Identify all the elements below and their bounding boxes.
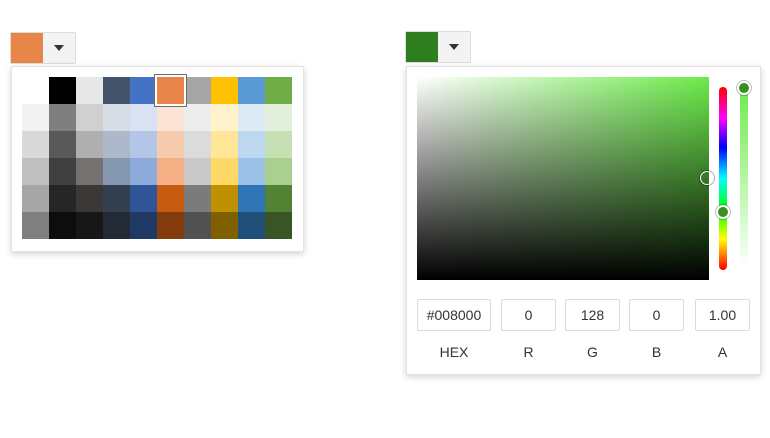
- palette-swatch[interactable]: [130, 185, 157, 212]
- palette-swatch[interactable]: [157, 131, 184, 158]
- palette-swatch[interactable]: [157, 104, 184, 131]
- palette-swatch[interactable]: [76, 158, 103, 185]
- palette-swatch[interactable]: [103, 131, 130, 158]
- chevron-down-icon: [449, 44, 459, 50]
- hex-input[interactable]: [417, 299, 491, 331]
- palette-swatch[interactable]: [238, 158, 265, 185]
- palette-swatch[interactable]: [76, 104, 103, 131]
- blue-label: B: [651, 344, 662, 360]
- selected-color-swatch: [406, 32, 438, 62]
- palette-swatch[interactable]: [211, 104, 238, 131]
- palette-swatch[interactable]: [184, 185, 211, 212]
- palette-swatch[interactable]: [265, 131, 292, 158]
- palette-swatch[interactable]: [130, 104, 157, 131]
- palette-swatch[interactable]: [211, 77, 238, 104]
- hsv-drag-handle[interactable]: [700, 171, 714, 185]
- palette-swatch[interactable]: [49, 212, 76, 239]
- green-label: G: [587, 344, 598, 360]
- palette-swatch[interactable]: [265, 158, 292, 185]
- blue-input[interactable]: [629, 299, 684, 331]
- palette-swatch[interactable]: [184, 131, 211, 158]
- palette-swatch[interactable]: [130, 131, 157, 158]
- palette-swatch[interactable]: [184, 158, 211, 185]
- palette-swatch[interactable]: [238, 212, 265, 239]
- palette-swatch[interactable]: [265, 104, 292, 131]
- palette-swatch[interactable]: [22, 212, 49, 239]
- palette-swatch[interactable]: [49, 77, 76, 104]
- palette-swatch[interactable]: [22, 158, 49, 185]
- palette-swatch[interactable]: [49, 158, 76, 185]
- palette-swatch[interactable]: [130, 158, 157, 185]
- palette-swatch[interactable]: [211, 158, 238, 185]
- palette-swatch[interactable]: [22, 77, 49, 104]
- dropdown-toggle[interactable]: [438, 32, 470, 62]
- color-value-inputs: [417, 299, 751, 333]
- red-input[interactable]: [501, 299, 556, 331]
- palette-swatch[interactable]: [103, 185, 130, 212]
- palette-swatch[interactable]: [49, 104, 76, 131]
- hsv-color-area[interactable]: [417, 77, 714, 280]
- alpha-label: A: [717, 344, 728, 360]
- hex-label: HEX: [439, 344, 469, 360]
- palette-color-picker-button[interactable]: [10, 32, 76, 64]
- palette-swatch[interactable]: [265, 77, 292, 104]
- palette-swatch[interactable]: [76, 77, 103, 104]
- selected-color-swatch: [11, 33, 43, 63]
- gradient-color-picker-button[interactable]: [405, 31, 471, 63]
- palette-swatch[interactable]: [76, 212, 103, 239]
- palette-swatch[interactable]: [211, 212, 238, 239]
- palette-swatch[interactable]: [22, 104, 49, 131]
- palette-swatch[interactable]: [265, 212, 292, 239]
- palette-swatch[interactable]: [155, 75, 186, 106]
- palette-swatch[interactable]: [157, 185, 184, 212]
- hue-slider-handle[interactable]: [716, 205, 730, 219]
- palette-swatch[interactable]: [103, 77, 130, 104]
- palette-swatch[interactable]: [130, 77, 157, 104]
- palette-swatch[interactable]: [103, 158, 130, 185]
- palette-swatch[interactable]: [238, 77, 265, 104]
- palette-swatch[interactable]: [184, 104, 211, 131]
- palette-swatch[interactable]: [103, 212, 130, 239]
- alpha-slider-handle[interactable]: [737, 81, 751, 95]
- green-input[interactable]: [565, 299, 620, 331]
- palette-swatch[interactable]: [76, 185, 103, 212]
- palette-grid: [22, 75, 292, 239]
- alpha-input[interactable]: [695, 299, 750, 331]
- palette-popup: [11, 66, 304, 252]
- palette-swatch[interactable]: [130, 212, 157, 239]
- hue-slider[interactable]: [716, 87, 730, 270]
- palette-swatch[interactable]: [22, 131, 49, 158]
- alpha-slider[interactable]: [737, 81, 751, 270]
- gradient-popup: HEX R G B A: [406, 66, 761, 375]
- palette-swatch[interactable]: [157, 158, 184, 185]
- chevron-down-icon: [54, 45, 64, 51]
- palette-swatch[interactable]: [22, 185, 49, 212]
- palette-swatch[interactable]: [238, 104, 265, 131]
- palette-swatch[interactable]: [76, 131, 103, 158]
- palette-swatch[interactable]: [184, 212, 211, 239]
- palette-swatch[interactable]: [211, 185, 238, 212]
- dropdown-toggle[interactable]: [43, 33, 75, 63]
- palette-swatch[interactable]: [184, 77, 211, 104]
- red-label: R: [523, 344, 534, 360]
- palette-swatch[interactable]: [157, 212, 184, 239]
- palette-swatch[interactable]: [238, 185, 265, 212]
- palette-swatch[interactable]: [49, 131, 76, 158]
- palette-swatch[interactable]: [103, 104, 130, 131]
- palette-swatch[interactable]: [211, 131, 238, 158]
- palette-swatch[interactable]: [238, 131, 265, 158]
- palette-swatch[interactable]: [265, 185, 292, 212]
- palette-swatch[interactable]: [49, 185, 76, 212]
